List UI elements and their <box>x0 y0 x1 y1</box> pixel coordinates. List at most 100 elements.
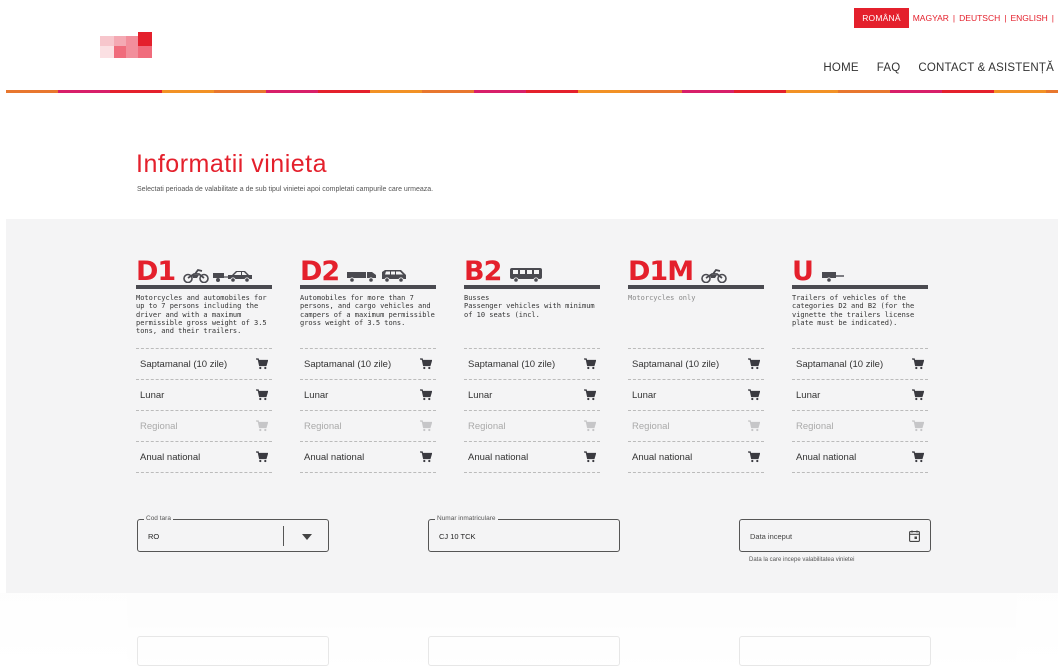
option-annual[interactable]: Anual national <box>628 442 764 473</box>
cart-icon[interactable] <box>256 358 268 370</box>
category-header: B2 <box>464 257 600 289</box>
cart-icon[interactable] <box>420 451 432 463</box>
car-with-trailer-icon <box>213 271 253 283</box>
category-description: Motorcycles and automobiles for up to 7 … <box>136 294 267 336</box>
option-label: Anual national <box>632 451 693 463</box>
option-label: Regional <box>796 420 834 432</box>
lang-ro[interactable]: ROMÂNĂ <box>854 8 909 28</box>
cart-icon[interactable] <box>584 358 596 370</box>
cart-icon <box>256 420 268 432</box>
category-code: U <box>792 256 814 287</box>
page-subtitle: Selectati perioada de valabilitate a de … <box>137 186 434 193</box>
cart-icon[interactable] <box>748 451 760 463</box>
lang-separator: | <box>1051 13 1054 23</box>
decorative-stripe <box>6 90 1058 93</box>
cart-icon[interactable] <box>912 389 924 401</box>
category-header: U <box>792 257 928 289</box>
category-d1: D1 Motorcycles and automobiles for up to… <box>136 257 272 473</box>
motorcycle-icon <box>183 269 210 283</box>
plate-number-field[interactable]: Numar inmatriculare CJ 10 TCK <box>428 515 620 552</box>
start-date-field[interactable]: Data inceput <box>739 519 931 552</box>
option-label: Saptamanal (10 zile) <box>796 358 884 370</box>
option-annual[interactable]: Anual national <box>136 442 272 473</box>
faded-reflection <box>0 593 1058 666</box>
option-annual[interactable]: Anual national <box>300 442 436 473</box>
category-description: Trailers of vehicles of the categories D… <box>792 294 915 327</box>
van-icon <box>382 270 407 283</box>
cart-icon[interactable] <box>584 389 596 401</box>
option-monthly[interactable]: Lunar <box>464 380 600 411</box>
country-code-value: RO <box>148 532 160 541</box>
plate-number-legend: Numar inmatriculare <box>435 515 498 522</box>
lang-en[interactable]: ENGLISH <box>1006 13 1051 23</box>
option-label: Lunar <box>304 389 329 401</box>
option-monthly[interactable]: Lunar <box>136 380 272 411</box>
calendar-icon[interactable] <box>909 530 920 542</box>
category-header: D2 <box>300 257 436 289</box>
option-weekly[interactable]: Saptamanal (10 zile) <box>136 349 272 380</box>
cart-icon[interactable] <box>748 358 760 370</box>
category-code: B2 <box>464 256 502 287</box>
main-navigation: HOME FAQ CONTACT & ASISTENȚĂ <box>823 62 1054 74</box>
category-d2: D2 Automobiles for more than 7 persons, … <box>300 257 436 473</box>
bus-icon <box>510 268 543 283</box>
category-code: D1M <box>628 256 694 287</box>
option-regional: Regional <box>628 411 764 442</box>
cart-icon <box>420 420 432 432</box>
option-regional: Regional <box>300 411 436 442</box>
truck-icon <box>347 272 377 283</box>
category-description: Motorcycles only <box>628 294 696 302</box>
option-label: Saptamanal (10 zile) <box>304 358 392 370</box>
period-options: Saptamanal (10 zile) Lunar Regional Anua… <box>464 348 600 473</box>
option-weekly[interactable]: Saptamanal (10 zile) <box>792 349 928 380</box>
cart-icon[interactable] <box>256 389 268 401</box>
option-label: Anual national <box>468 451 529 463</box>
nav-contact[interactable]: CONTACT & ASISTENȚĂ <box>918 62 1054 74</box>
reflection-plate-field <box>428 636 620 666</box>
cart-icon[interactable] <box>420 358 432 370</box>
cart-icon[interactable] <box>420 389 432 401</box>
site-logo[interactable] <box>100 32 152 58</box>
category-columns: D1 Motorcycles and automobiles for up to… <box>136 257 928 473</box>
start-date-hint: Data la care incepe valabilitatea viniet… <box>749 557 855 563</box>
country-code-legend: Cod tara <box>144 515 173 522</box>
option-label: Lunar <box>632 389 657 401</box>
option-weekly[interactable]: Saptamanal (10 zile) <box>464 349 600 380</box>
option-weekly[interactable]: Saptamanal (10 zile) <box>628 349 764 380</box>
option-label: Lunar <box>140 389 165 401</box>
nav-home[interactable]: HOME <box>823 62 858 74</box>
cart-icon[interactable] <box>748 389 760 401</box>
chevron-down-icon[interactable] <box>302 534 312 540</box>
category-code: D2 <box>300 256 340 287</box>
period-options: Saptamanal (10 zile) Lunar Regional Anua… <box>628 348 764 473</box>
cart-icon[interactable] <box>912 358 924 370</box>
option-annual[interactable]: Anual national <box>792 442 928 473</box>
option-label: Lunar <box>468 389 493 401</box>
category-d1m: D1M Motorcycles only Saptamanal (10 zile… <box>628 257 764 473</box>
category-u: U Trailers of vehicles of the categories… <box>792 257 928 473</box>
page: ROMÂNĂ MAGYAR | DEUTSCH | ENGLISH | HOME… <box>0 0 1058 666</box>
cart-icon[interactable] <box>912 451 924 463</box>
cart-icon[interactable] <box>256 451 268 463</box>
option-label: Lunar <box>796 389 821 401</box>
option-annual[interactable]: Anual national <box>464 442 600 473</box>
cart-icon <box>912 420 924 432</box>
category-header: D1M <box>628 257 764 289</box>
lang-de[interactable]: DEUTSCH <box>955 13 1004 23</box>
option-regional: Regional <box>464 411 600 442</box>
lang-hu[interactable]: MAGYAR <box>909 13 953 23</box>
plate-number-value: CJ 10 TCK <box>439 532 476 541</box>
category-code: D1 <box>136 256 176 287</box>
nav-faq[interactable]: FAQ <box>877 62 901 74</box>
option-monthly[interactable]: Lunar <box>628 380 764 411</box>
country-code-select[interactable]: Cod tara RO <box>137 515 329 552</box>
option-label: Saptamanal (10 zile) <box>140 358 228 370</box>
option-weekly[interactable]: Saptamanal (10 zile) <box>300 349 436 380</box>
option-label: Saptamanal (10 zile) <box>632 358 720 370</box>
reflection-country-field <box>137 636 329 666</box>
option-regional: Regional <box>792 411 928 442</box>
option-monthly[interactable]: Lunar <box>300 380 436 411</box>
option-monthly[interactable]: Lunar <box>792 380 928 411</box>
cart-icon[interactable] <box>584 451 596 463</box>
cart-icon <box>748 420 760 432</box>
